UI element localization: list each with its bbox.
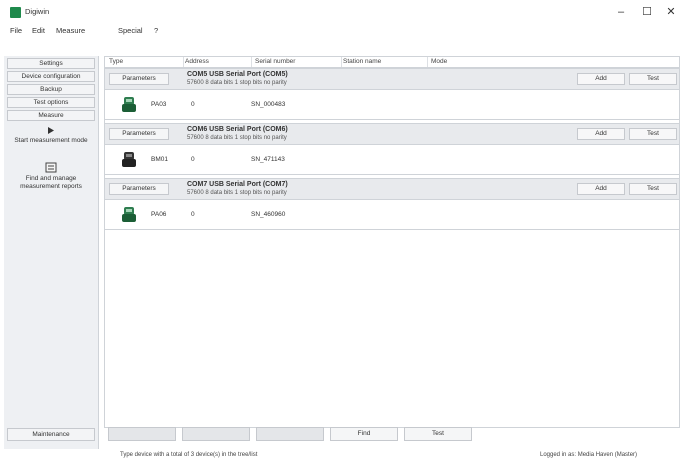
- table-row[interactable]: BM01 0 SN_471143: [105, 145, 679, 175]
- menu-edit[interactable]: Edit: [32, 26, 45, 35]
- device-address: 0: [191, 156, 195, 163]
- device-address: 0: [191, 211, 195, 218]
- column-station-name[interactable]: Station name: [343, 58, 381, 65]
- play-icon: [48, 127, 54, 134]
- start-measurement-label: Start measurement mode: [14, 137, 88, 144]
- port-title: COM6 USB Serial Port (COM6): [187, 126, 288, 133]
- close-button[interactable]: ✕: [658, 3, 684, 21]
- table-row[interactable]: PA06 0 SN_460960: [105, 200, 679, 230]
- bottom-button-1[interactable]: [108, 427, 176, 441]
- device-type: PA03: [151, 101, 167, 108]
- sidebar-item-measure[interactable]: Measure: [7, 110, 95, 121]
- port-settings: 57600 8 data bits 1 stop bits no parity: [187, 80, 287, 86]
- table-header: Type Address Serial number Station name …: [105, 57, 679, 68]
- test-button[interactable]: Test: [629, 73, 677, 85]
- column-type[interactable]: Type: [109, 58, 123, 65]
- menu-file[interactable]: File: [10, 26, 22, 35]
- port-group-com6: Parameters COM6 USB Serial Port (COM6) 5…: [105, 123, 679, 175]
- device-address: 0: [191, 101, 195, 108]
- device-icon: [122, 152, 136, 167]
- port-header: Parameters COM5 USB Serial Port (COM5) 5…: [105, 68, 679, 90]
- column-mode[interactable]: Mode: [431, 58, 447, 65]
- maximize-button[interactable]: ☐: [634, 3, 660, 21]
- test-button[interactable]: Test: [629, 183, 677, 195]
- maintenance-button[interactable]: Maintenance: [7, 428, 95, 441]
- port-title: COM7 USB Serial Port (COM7): [187, 181, 288, 188]
- login-status: Logged in as: Media Haven (Master): [540, 452, 638, 458]
- start-measurement-button[interactable]: Start measurement mode: [4, 126, 98, 156]
- report-icon: [45, 162, 57, 173]
- test-all-button[interactable]: Test: [404, 427, 472, 441]
- device-serial: SN_460960: [251, 211, 286, 218]
- device-type: BM01: [151, 156, 168, 163]
- port-header: Parameters COM6 USB Serial Port (COM6) 5…: [105, 123, 679, 145]
- device-table: Type Address Serial number Station name …: [104, 56, 680, 428]
- column-serial-number[interactable]: Serial number: [255, 58, 295, 65]
- device-serial: SN_000483: [251, 101, 286, 108]
- port-title: COM5 USB Serial Port (COM5): [187, 71, 288, 78]
- app-icon: [10, 7, 21, 18]
- sidebar-item-test-options[interactable]: Test options: [7, 97, 95, 108]
- add-button[interactable]: Add: [577, 128, 625, 140]
- sidebar-item-backup[interactable]: Backup: [7, 84, 95, 95]
- port-header: Parameters COM7 USB Serial Port (COM7) 5…: [105, 178, 679, 200]
- menu-special[interactable]: Special: [118, 26, 143, 35]
- sidebar-item-settings[interactable]: Settings: [7, 58, 95, 69]
- find-reports-button[interactable]: Find and manage measurement reports: [4, 162, 98, 202]
- find-reports-label: Find and manage measurement reports: [20, 175, 82, 190]
- add-button[interactable]: Add: [577, 183, 625, 195]
- port-settings: 57600 8 data bits 1 stop bits no parity: [187, 190, 287, 196]
- device-icon: [122, 207, 136, 222]
- bottom-button-2[interactable]: [182, 427, 250, 441]
- minimize-button[interactable]: –: [608, 3, 634, 21]
- menu-measure[interactable]: Measure: [56, 26, 85, 35]
- device-icon: [122, 97, 136, 112]
- port-group-com5: Parameters COM5 USB Serial Port (COM5) 5…: [105, 68, 679, 120]
- column-address[interactable]: Address: [185, 58, 209, 65]
- test-button[interactable]: Test: [629, 128, 677, 140]
- find-button[interactable]: Find: [330, 427, 398, 441]
- bottom-button-3[interactable]: [256, 427, 324, 441]
- device-serial: SN_471143: [251, 156, 285, 163]
- table-row[interactable]: PA03 0 SN_000483: [105, 90, 679, 120]
- port-settings: 57600 8 data bits 1 stop bits no parity: [187, 135, 287, 141]
- status-text: Type device with a total of 3 device(s) …: [120, 452, 258, 458]
- menu-bar: File Edit Measure Special ?: [0, 24, 686, 38]
- parameters-button[interactable]: Parameters: [109, 128, 169, 140]
- parameters-button[interactable]: Parameters: [109, 183, 169, 195]
- device-type: PA06: [151, 211, 167, 218]
- add-button[interactable]: Add: [577, 73, 625, 85]
- sidebar-item-device-configuration[interactable]: Device configuration: [7, 71, 95, 82]
- parameters-button[interactable]: Parameters: [109, 73, 169, 85]
- sidebar: Settings Device configuration Backup Tes…: [4, 56, 99, 449]
- window-title: Digiwin: [25, 7, 50, 16]
- port-group-com7: Parameters COM7 USB Serial Port (COM7) 5…: [105, 178, 679, 230]
- title-bar: Digiwin – ☐ ✕: [0, 0, 686, 24]
- menu-help[interactable]: ?: [154, 26, 158, 35]
